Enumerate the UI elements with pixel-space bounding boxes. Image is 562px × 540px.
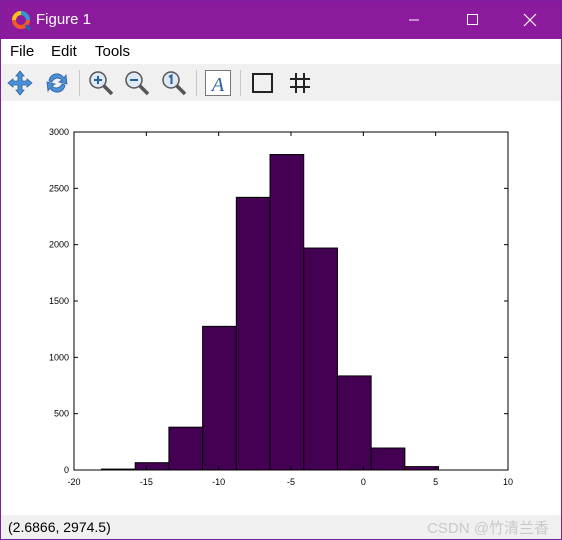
close-icon: [523, 13, 537, 27]
zoom-in-button[interactable]: [86, 68, 116, 98]
pan-button[interactable]: [5, 68, 35, 98]
histogram-bar: [202, 325, 237, 471]
maximize-button[interactable]: [449, 1, 495, 39]
text-icon: A: [205, 70, 231, 96]
zoom-reset-icon: [162, 71, 187, 96]
y-tick-label: 500: [54, 409, 69, 419]
x-tick-label: -20: [67, 477, 80, 487]
plot-area[interactable]: -20 -15 -10 -5 0 5 10 0 500 1000 1500 2000 2500 3000: [1, 101, 561, 515]
rotate-button[interactable]: [42, 68, 72, 98]
y-tick-label: 2500: [49, 183, 69, 193]
minimize-button[interactable]: [391, 1, 437, 39]
x-tick-label: 10: [503, 477, 513, 487]
histogram-chart[interactable]: -20 -15 -10 -5 0 5 10 0 500 1000 1500 2000 2500 3000: [1, 101, 561, 515]
histogram-bar: [370, 447, 406, 471]
title-bar[interactable]: Figure 1: [1, 1, 561, 39]
window-title: Figure 1: [36, 11, 92, 28]
minimize-icon: [409, 19, 419, 21]
menu-edit[interactable]: Edit: [51, 43, 77, 60]
histogram-bar: [134, 462, 170, 471]
histogram-bar: [269, 154, 305, 471]
histogram-bar: [336, 375, 372, 471]
y-tick-label: 3000: [49, 127, 69, 137]
rotate-icon: [46, 73, 68, 93]
pan-icon: [7, 70, 33, 96]
svg-text:A: A: [210, 74, 225, 96]
zoom-out-button[interactable]: [122, 68, 152, 98]
histogram-bar: [168, 426, 204, 471]
zoom-reset-button[interactable]: [159, 68, 189, 98]
grid-icon: [290, 73, 310, 93]
toolbar-separator: [196, 70, 197, 96]
x-tick-label: -5: [287, 477, 295, 487]
toolbar-separator: [240, 70, 241, 96]
maximize-icon: [467, 14, 478, 25]
y-tick-label: 1500: [49, 296, 69, 306]
zoom-out-icon: [125, 71, 150, 96]
toolbar: A: [1, 64, 561, 101]
box-icon: [252, 73, 273, 93]
status-bar: (2.6866, 2974.5) CSDN @竹清兰香: [1, 515, 561, 539]
close-button[interactable]: [507, 1, 553, 39]
toggle-grid-button[interactable]: [285, 68, 315, 98]
histogram-bar: [235, 196, 271, 471]
menu-tools[interactable]: Tools: [95, 43, 130, 60]
x-tick-label: 0: [361, 477, 366, 487]
histogram-bar: [404, 466, 440, 471]
y-tick-label: 0: [64, 465, 69, 475]
menu-file[interactable]: File: [10, 43, 34, 60]
y-tick-label: 2000: [49, 240, 69, 250]
x-tick-label: -15: [140, 477, 153, 487]
histogram-bar: [303, 247, 338, 471]
x-tick-label: 5: [433, 477, 438, 487]
toggle-box-button[interactable]: [248, 68, 278, 98]
insert-text-button[interactable]: A: [203, 68, 233, 98]
x-tick-label: -10: [212, 477, 225, 487]
zoom-in-icon: [89, 71, 114, 96]
menu-bar: File Edit Tools: [1, 39, 561, 64]
toolbar-separator: [79, 70, 80, 96]
figure-window: Figure 1 File Edit Tools A -20 -15 -10 -…: [0, 0, 562, 540]
y-tick-label: 1000: [49, 352, 69, 362]
octave-app-icon: [12, 11, 32, 31]
watermark: CSDN @竹清兰香: [427, 520, 549, 537]
cursor-coordinates: (2.6866, 2974.5): [8, 519, 111, 535]
